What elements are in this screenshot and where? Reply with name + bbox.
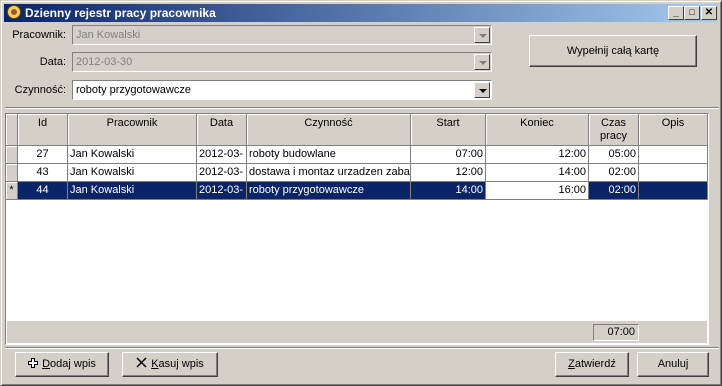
delete-entry-label: asuj wpis xyxy=(158,358,204,370)
cell-activity[interactable]: roboty budowlane xyxy=(247,146,411,164)
date-combo[interactable]: 2012-03-30 xyxy=(72,52,492,72)
chevron-down-icon[interactable] xyxy=(474,54,490,70)
date-label: Data: xyxy=(39,56,66,68)
cell-employee[interactable]: Jan Kowalski xyxy=(68,164,197,182)
add-entry-label: odaj wpis xyxy=(50,358,96,370)
col-header-date[interactable]: Data xyxy=(197,114,247,146)
total-duration: 07:00 xyxy=(593,324,639,341)
fill-card-button[interactable]: Wypełnij całą kartę xyxy=(529,35,697,67)
plus-icon xyxy=(28,354,39,368)
cell-description[interactable] xyxy=(639,164,708,182)
cell-id[interactable]: 43 xyxy=(18,164,68,182)
date-value: 2012-03-30 xyxy=(76,56,133,68)
minimize-button[interactable]: _ xyxy=(668,6,684,20)
cell-end-editing[interactable]: 16:00 xyxy=(486,182,589,200)
title-bar: Dzienny rejestr pracy pracownika _ □ ✕ xyxy=(4,4,718,22)
activity-label: Czynność: xyxy=(14,84,66,96)
window-title: Dzienny rejestr pracy pracownika xyxy=(25,6,216,20)
cell-id[interactable]: 27 xyxy=(18,146,68,164)
row-indicator[interactable] xyxy=(6,164,18,182)
delete-entry-accel: K xyxy=(151,358,159,370)
main-window: Dzienny rejestr pracy pracownika _ □ ✕ P… xyxy=(0,0,722,386)
entries-grid[interactable]: Id Pracownik Data Czynność Start Koniec … xyxy=(5,113,709,345)
grid-footer: 07:00 xyxy=(7,321,707,343)
fill-card-button-label: Wypełnij całą kartę xyxy=(566,45,660,57)
col-header-duration[interactable]: Czas pracy xyxy=(589,114,639,146)
col-header-activity[interactable]: Czynność xyxy=(247,114,411,146)
cell-date[interactable]: 2012-03- xyxy=(197,164,247,182)
cell-description[interactable] xyxy=(639,182,708,200)
employee-label: Pracownik: xyxy=(12,29,66,41)
separator xyxy=(5,347,719,349)
col-header-id[interactable]: Id xyxy=(18,114,68,146)
cell-start[interactable]: 07:00 xyxy=(411,146,486,164)
col-header-employee[interactable]: Pracownik xyxy=(68,114,197,146)
confirm-button[interactable]: Zatwierdź xyxy=(555,352,629,377)
app-icon xyxy=(7,5,21,19)
cancel-label: Anuluj xyxy=(657,358,689,370)
separator xyxy=(5,107,719,109)
cancel-button[interactable]: Anuluj xyxy=(637,352,709,377)
row-indicator-header xyxy=(6,114,18,146)
row-indicator[interactable] xyxy=(6,146,18,164)
close-button[interactable]: ✕ xyxy=(701,6,717,20)
cell-date[interactable]: 2012-03- xyxy=(197,182,247,200)
close-icon xyxy=(136,354,147,368)
cell-date[interactable]: 2012-03- xyxy=(197,146,247,164)
delete-entry-button[interactable]: Kasuj wpis xyxy=(122,352,218,377)
cell-description[interactable] xyxy=(639,146,708,164)
cell-activity[interactable]: dostawa i montaz urzadzen zabav xyxy=(247,164,411,182)
activity-value: roboty przygotowawcze xyxy=(76,84,191,96)
chevron-down-icon[interactable] xyxy=(474,82,490,98)
cell-end[interactable]: 14:00 xyxy=(486,164,589,182)
cell-start[interactable]: 14:00 xyxy=(411,182,486,200)
new-row-indicator[interactable]: * xyxy=(6,182,18,200)
add-entry-accel: D xyxy=(42,358,51,370)
col-header-end[interactable]: Koniec xyxy=(486,114,589,146)
employee-combo[interactable]: Jan Kowalski xyxy=(72,25,492,45)
add-entry-button[interactable]: Dodaj wpis xyxy=(15,352,109,377)
cell-duration[interactable]: 02:00 xyxy=(589,182,639,200)
cell-start[interactable]: 12:00 xyxy=(411,164,486,182)
cell-duration[interactable]: 02:00 xyxy=(589,164,639,182)
cell-employee[interactable]: Jan Kowalski xyxy=(68,182,197,200)
cell-activity[interactable]: roboty przygotowawcze xyxy=(247,182,411,200)
confirm-accel: Z xyxy=(568,358,575,370)
confirm-label: atwierdź xyxy=(574,358,616,370)
maximize-button[interactable]: □ xyxy=(684,6,700,20)
cell-id[interactable]: 44 xyxy=(18,182,68,200)
chevron-down-icon[interactable] xyxy=(474,27,490,43)
cell-duration[interactable]: 05:00 xyxy=(589,146,639,164)
col-header-start[interactable]: Start xyxy=(411,114,486,146)
cell-employee[interactable]: Jan Kowalski xyxy=(68,146,197,164)
activity-combo[interactable]: roboty przygotowawcze xyxy=(72,80,492,100)
cell-end[interactable]: 12:00 xyxy=(486,146,589,164)
employee-value: Jan Kowalski xyxy=(76,29,141,41)
col-header-description[interactable]: Opis xyxy=(639,114,708,146)
